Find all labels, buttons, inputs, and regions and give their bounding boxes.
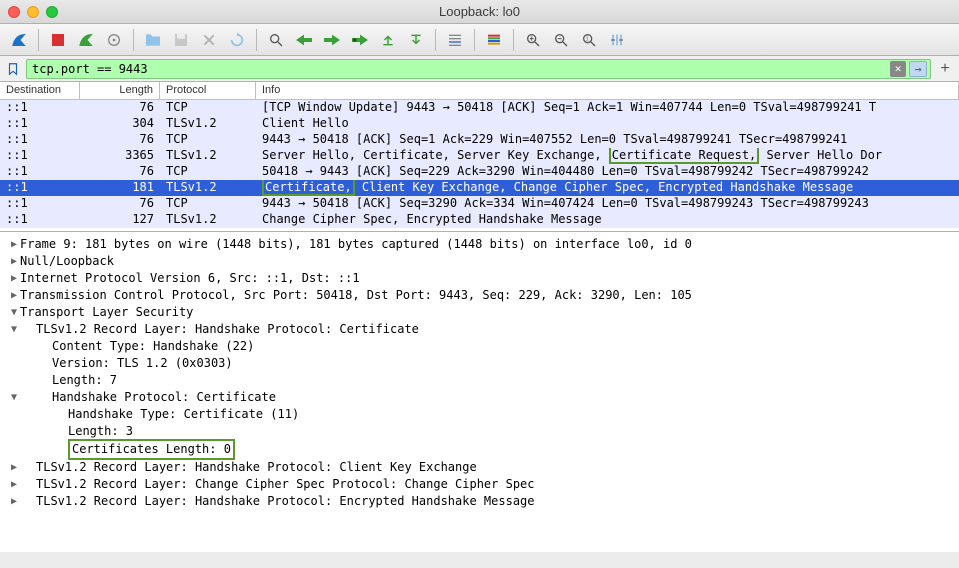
save-file-button[interactable] (168, 27, 194, 53)
main-toolbar: 1 (0, 24, 959, 56)
display-filter-bar: tcp.port == 9443 ✕ → + (0, 56, 959, 82)
display-filter-input[interactable]: tcp.port == 9443 ✕ → (26, 59, 931, 79)
go-first-button[interactable] (375, 27, 401, 53)
go-back-button[interactable] (291, 27, 317, 53)
tree-label: Internet Protocol Version 6, Src: ::1, D… (20, 270, 360, 287)
titlebar: Loopback: lo0 (0, 0, 959, 24)
tree-label: Handshake Protocol: Certificate (52, 389, 276, 406)
tree-row[interactable]: ▶ TLSv1.2 Record Layer: Handshake Protoco… (8, 493, 951, 510)
packet-row[interactable]: ::1304TLSv1.2Client Hello (0, 116, 959, 132)
auto-scroll-button[interactable] (442, 27, 468, 53)
bookmark-filter-icon[interactable] (4, 60, 22, 78)
packet-list-header: Destination Length Protocol Info (0, 82, 959, 100)
caret-down-icon[interactable]: ▼ (8, 304, 20, 321)
packet-list-body[interactable]: ::176TCP[TCP Window Update] 9443 → 50418… (0, 100, 959, 230)
tree-row[interactable]: ▶ TLSv1.2 Record Layer: Handshake Protoco… (8, 459, 951, 476)
tree-row[interactable]: ▼Transport Layer Security (8, 304, 951, 321)
tree-row[interactable]: ▶Internet Protocol Version 6, Src: ::1, … (8, 270, 951, 287)
tree-row[interactable]: ▶Transmission Control Protocol, Src Port… (8, 287, 951, 304)
tree-label: Version: TLS 1.2 (0x0303) (52, 355, 233, 372)
colorize-button[interactable] (481, 27, 507, 53)
zoom-in-button[interactable] (520, 27, 546, 53)
find-button[interactable] (263, 27, 289, 53)
window-title: Loopback: lo0 (0, 4, 959, 19)
packet-row[interactable]: ::1127TLSv1.2Change Cipher Spec, Encrypt… (0, 212, 959, 228)
tree-row[interactable]: ▶ TLSv1.2 Record Layer: Change Cipher Spe… (8, 476, 951, 493)
go-to-packet-button[interactable] (347, 27, 373, 53)
tree-label: Transmission Control Protocol, Src Port:… (20, 287, 692, 304)
caret-right-icon[interactable]: ▶ (8, 459, 20, 476)
tree-row[interactable]: Handshake Type: Certificate (11) (8, 406, 951, 423)
apply-filter-button[interactable]: → (909, 61, 927, 77)
col-header-protocol[interactable]: Protocol (160, 82, 256, 99)
tree-row[interactable]: Length: 3 (8, 423, 951, 440)
tree-label: TLSv1.2 Record Layer: Handshake Protocol… (36, 459, 477, 476)
resize-columns-button[interactable] (604, 27, 630, 53)
caret-down-icon[interactable]: ▼ (8, 389, 20, 406)
tree-label: TLSv1.2 Record Layer: Handshake Protocol… (36, 493, 535, 510)
capture-options-button[interactable] (101, 27, 127, 53)
tree-label: Transport Layer Security (20, 304, 193, 321)
caret-right-icon[interactable]: ▶ (8, 476, 20, 493)
caret-right-icon[interactable]: ▶ (8, 236, 20, 253)
zoom-out-button[interactable] (548, 27, 574, 53)
tree-label: Handshake Type: Certificate (11) (68, 406, 299, 423)
tree-row[interactable]: ▶Null/Loopback (8, 253, 951, 270)
packet-details-pane[interactable]: ▶Frame 9: 181 bytes on wire (1448 bits),… (0, 232, 959, 552)
col-header-destination[interactable]: Destination (0, 82, 80, 99)
close-file-button[interactable] (196, 27, 222, 53)
packet-row[interactable]: ::176TCP[TCP Window Update] 9443 → 50418… (0, 100, 959, 116)
tree-label: Certificates Length: 0 (68, 439, 235, 460)
add-filter-button[interactable]: + (935, 59, 955, 79)
packet-row[interactable]: ::176TCP9443 → 50418 [ACK] Seq=3290 Ack=… (0, 196, 959, 212)
tree-label: Length: 3 (68, 423, 133, 440)
tree-label: Content Type: Handshake (22) (52, 338, 254, 355)
open-file-button[interactable] (140, 27, 166, 53)
tree-row[interactable]: Length: 7 (8, 372, 951, 389)
tree-label: TLSv1.2 Record Layer: Handshake Protocol… (36, 321, 419, 338)
caret-right-icon[interactable]: ▶ (8, 287, 20, 304)
reload-button[interactable] (224, 27, 250, 53)
tree-row[interactable]: Certificates Length: 0 (8, 440, 951, 459)
packet-row[interactable]: ::13365TLSv1.2Server Hello, Certificate,… (0, 148, 959, 164)
filter-text: tcp.port == 9443 (32, 62, 148, 76)
shark-fin-icon[interactable] (6, 27, 32, 53)
packet-row[interactable]: ::176TCP50418 → 9443 [ACK] Seq=229 Ack=3… (0, 164, 959, 180)
caret-down-icon[interactable]: ▼ (8, 321, 20, 338)
caret-right-icon[interactable]: ▶ (8, 493, 20, 510)
tree-label: Null/Loopback (20, 253, 114, 270)
caret-right-icon[interactable]: ▶ (8, 270, 20, 287)
caret-right-icon[interactable]: ▶ (8, 253, 20, 270)
go-last-button[interactable] (403, 27, 429, 53)
tree-row[interactable]: ▶Frame 9: 181 bytes on wire (1448 bits),… (8, 236, 951, 253)
clear-filter-button[interactable]: ✕ (890, 61, 906, 77)
col-header-info[interactable]: Info (256, 82, 959, 99)
tree-row[interactable]: ▼ Handshake Protocol: Certificate (8, 389, 951, 406)
tree-row[interactable]: Content Type: Handshake (22) (8, 338, 951, 355)
stop-capture-button[interactable] (45, 27, 71, 53)
col-header-length[interactable]: Length (80, 82, 160, 99)
packet-row[interactable]: ::1181TLSv1.2Certificate, Client Key Exc… (0, 180, 959, 196)
go-forward-button[interactable] (319, 27, 345, 53)
tree-row[interactable]: Version: TLS 1.2 (0x0303) (8, 355, 951, 372)
packet-list-pane: Destination Length Protocol Info ::176TC… (0, 82, 959, 232)
restart-capture-button[interactable] (73, 27, 99, 53)
tree-label: Frame 9: 181 bytes on wire (1448 bits), … (20, 236, 692, 253)
packet-row[interactable]: ::176TCP9443 → 50418 [ACK] Seq=1 Ack=229… (0, 132, 959, 148)
tree-row[interactable]: ▼ TLSv1.2 Record Layer: Handshake Protoco… (8, 321, 951, 338)
zoom-reset-button[interactable]: 1 (576, 27, 602, 53)
tree-label: TLSv1.2 Record Layer: Change Cipher Spec… (36, 476, 535, 493)
tree-label: Length: 7 (52, 372, 117, 389)
svg-text:1: 1 (586, 36, 589, 42)
